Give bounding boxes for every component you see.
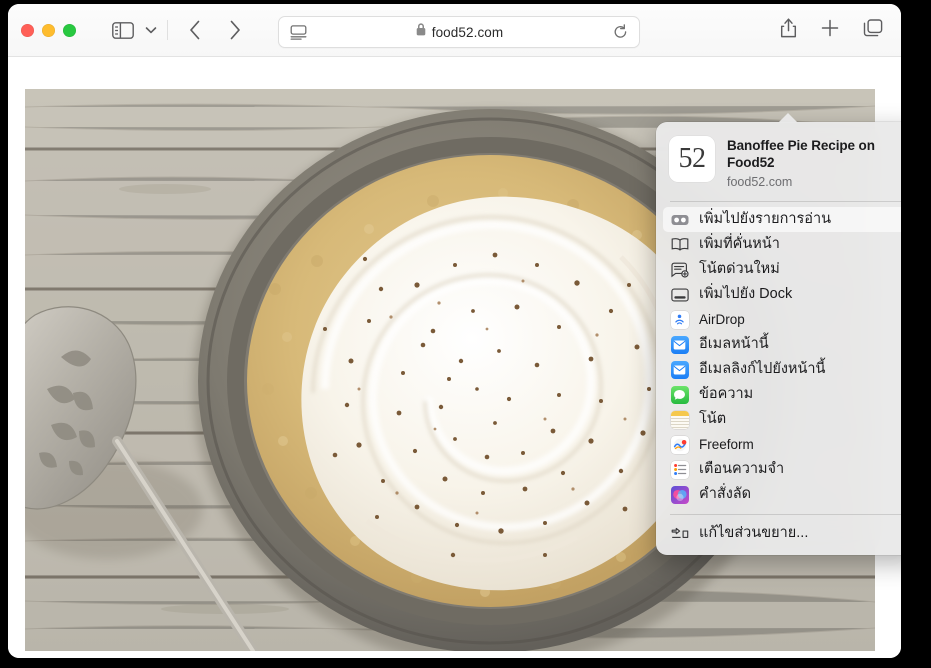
mail-icon	[670, 335, 689, 354]
page-content: 52 Banoffee Pie Recipe on Food52 food52.…	[8, 57, 901, 658]
menu-item-label: อีเมลหน้านี้	[699, 336, 769, 352]
site-favicon: 52	[669, 136, 715, 182]
popover-arrow	[778, 113, 798, 123]
share-menu-list: เพิ่มไปยังรายการอ่าน เพิ่มที่คั่นหน้า โน…	[656, 207, 901, 507]
menu-item-label: เพิ่มไปยัง Dock	[699, 286, 793, 302]
favicon-text: 52	[678, 143, 707, 174]
popover-divider-bottom	[670, 514, 901, 515]
menu-item-email-this-page[interactable]: อีเมลหน้านี้	[663, 332, 901, 357]
reload-button[interactable]	[610, 22, 630, 42]
menu-item-label: Freeform	[699, 437, 754, 452]
menu-item-shortcuts[interactable]: คำสั่งลัด	[663, 482, 901, 507]
toolbar-right-actions	[780, 17, 883, 39]
safari-window: food52.com 52 Banoffee Pie Recipe on Foo…	[8, 4, 901, 658]
sidebar-icon[interactable]	[112, 21, 134, 39]
menu-item-label: ข้อความ	[699, 386, 754, 402]
share-popover: 52 Banoffee Pie Recipe on Food52 food52.…	[656, 122, 901, 555]
quick-note-icon	[670, 260, 689, 279]
add-to-dock-icon	[670, 285, 689, 304]
address-bar[interactable]: food52.com	[278, 16, 640, 48]
menu-item-freeform[interactable]: Freeform	[663, 432, 901, 457]
toolbar-divider	[167, 20, 168, 40]
menu-item-add-to-reading-list[interactable]: เพิ่มไปยังรายการอ่าน	[663, 207, 901, 232]
menu-item-messages[interactable]: ข้อความ	[663, 382, 901, 407]
menu-item-label: แก้ไขส่วนขยาย...	[699, 525, 809, 541]
popover-divider-top	[670, 201, 901, 202]
menu-item-notes[interactable]: โน้ต	[663, 407, 901, 432]
reminders-icon	[670, 460, 689, 479]
back-button[interactable]	[189, 20, 201, 40]
share-popover-title: Banoffee Pie Recipe on Food52	[727, 138, 875, 170]
url-display[interactable]: food52.com	[309, 23, 610, 41]
minimize-button[interactable]	[42, 23, 55, 37]
freeform-icon	[670, 435, 689, 454]
menu-item-email-link-to-this-page[interactable]: อีเมลลิงก์ไปยังหน้านี้	[663, 357, 901, 382]
forward-button[interactable]	[229, 20, 241, 40]
edit-extensions-icon	[670, 524, 689, 543]
menu-item-label: คำสั่งลัด	[699, 486, 752, 502]
mail-icon	[670, 360, 689, 379]
share-menu-footer: แก้ไขส่วนขยาย...	[656, 521, 901, 546]
tab-overview-button[interactable]	[863, 18, 883, 38]
airdrop-icon	[670, 310, 689, 329]
menu-item-label: เพิ่มไปยังรายการอ่าน	[699, 211, 832, 227]
menu-item-label: AirDrop	[699, 312, 745, 327]
menu-item-airdrop[interactable]: AirDrop	[663, 307, 901, 332]
reading-list-glasses-icon	[670, 210, 689, 229]
maximize-button[interactable]	[63, 23, 76, 37]
share-popover-subtitle: food52.com	[727, 175, 793, 189]
url-text: food52.com	[431, 24, 504, 40]
menu-item-label: อีเมลลิงก์ไปยังหน้านี้	[699, 361, 826, 377]
reader-view-icon[interactable]	[287, 21, 309, 43]
close-button[interactable]	[21, 23, 34, 37]
share-popover-titles: Banoffee Pie Recipe on Food52 food52.com	[727, 136, 901, 190]
shortcuts-icon	[670, 485, 689, 504]
bookmark-book-icon	[670, 235, 689, 254]
menu-item-label: โน้ต	[699, 411, 727, 427]
menu-item-new-quick-note[interactable]: โน้ตด่วนใหม่	[663, 257, 901, 282]
menu-item-edit-extensions[interactable]: แก้ไขส่วนขยาย...	[663, 521, 901, 546]
browser-toolbar: food52.com	[8, 4, 901, 57]
notes-icon	[670, 410, 689, 429]
lock-icon	[416, 23, 426, 41]
menu-item-label: เตือนความจำ	[699, 461, 785, 477]
window-controls	[21, 23, 76, 37]
menu-item-label: โน้ตด่วนใหม่	[699, 261, 780, 277]
share-popover-header: 52 Banoffee Pie Recipe on Food52 food52.…	[656, 131, 901, 199]
share-button[interactable]	[780, 17, 797, 39]
menu-item-add-to-dock[interactable]: เพิ่มไปยัง Dock	[663, 282, 901, 307]
menu-item-reminders[interactable]: เตือนความจำ	[663, 457, 901, 482]
menu-item-label: เพิ่มที่คั่นหน้า	[699, 236, 780, 252]
sidebar-chevron-down-icon[interactable]	[141, 26, 161, 34]
new-tab-button[interactable]	[821, 19, 839, 37]
screen: food52.com 52 Banoffee Pie Recipe on Foo…	[0, 0, 931, 668]
menu-item-add-bookmark[interactable]: เพิ่มที่คั่นหน้า	[663, 232, 901, 257]
messages-icon	[670, 385, 689, 404]
